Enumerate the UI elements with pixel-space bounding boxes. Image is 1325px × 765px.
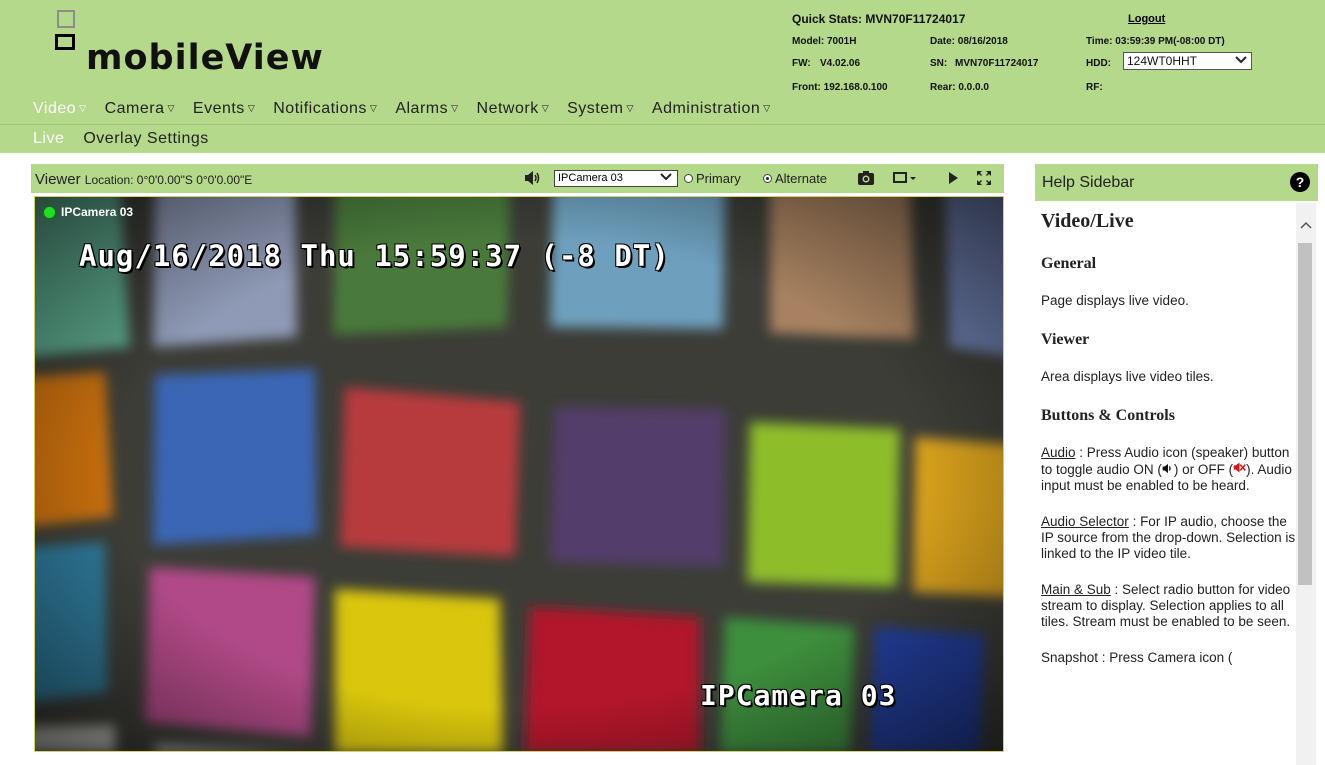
sn-label: SN:	[930, 58, 948, 69]
scrollbar-thumb[interactable]	[1298, 243, 1312, 585]
chevron-up-icon[interactable]	[1300, 219, 1312, 233]
speaker-on-icon	[1162, 462, 1174, 477]
radio-circle-selected-icon	[763, 174, 772, 183]
caret-down-icon: ▽	[451, 103, 459, 113]
help-main-sub-paragraph: Main & Sub : Select radio button for vid…	[1041, 582, 1291, 629]
video-tile[interactable]: IPCamera 03 Aug/16/2018 Thu 15:59:37 (-8…	[34, 196, 1004, 752]
help-question-icon[interactable]: ?	[1290, 172, 1310, 192]
fullscreen-icon[interactable]	[975, 169, 993, 187]
quick-stats-title: Quick Stats: MVN70F11724017	[792, 12, 966, 26]
logo-text: mobileView	[86, 38, 324, 78]
help-audio-selector-link[interactable]: Audio Selector	[1041, 514, 1129, 529]
hdd-select[interactable]: 124WT0HHT	[1123, 52, 1252, 70]
submenu: Live Overlay Settings	[0, 124, 1325, 153]
camera-snapshot-icon[interactable]	[857, 169, 875, 187]
caret-down-icon: ▽	[541, 103, 550, 113]
hdd-label: HDD:	[1086, 58, 1111, 69]
osd-timestamp: Aug/16/2018 Thu 15:59:37 (-8 DT)	[79, 239, 670, 273]
menu-item-system[interactable]: System ▽	[567, 100, 634, 118]
model-value: Model: 7001H	[792, 36, 857, 47]
viewer-toolbar: Viewer Location: 0°0'0.00"S 0°0'0.00"E I…	[31, 164, 1004, 193]
help-viewer-text: Area displays live video tiles.	[1041, 369, 1214, 384]
quick-stats: Quick Stats: MVN70F11724017 Logout Model…	[792, 12, 1312, 96]
help-sidebar-header: Help Sidebar ?	[1035, 164, 1318, 201]
submenu-item-live[interactable]: Live	[33, 130, 64, 148]
caret-down-icon: ▽	[369, 103, 378, 113]
menu-item-events[interactable]: Events ▽	[193, 100, 255, 118]
help-sidebar-title: Help Sidebar	[1042, 174, 1135, 191]
help-section-viewer: Viewer	[1041, 331, 1090, 348]
video-frame-image	[35, 197, 1003, 751]
video-tile-label: IPCamera 03	[43, 205, 133, 219]
camera-select[interactable]: IPCamera 03	[554, 170, 678, 187]
caret-down-icon: ▽	[167, 103, 175, 113]
front-ip: Front: 192.168.0.100	[792, 82, 888, 93]
help-audio-link[interactable]: Audio	[1041, 445, 1076, 460]
rf-label: RF:	[1086, 82, 1103, 93]
speaker-off-icon	[1233, 462, 1246, 477]
date-value: Date: 08/16/2018	[930, 36, 1008, 47]
help-heading: Video/Live	[1041, 210, 1134, 232]
sn-value: MVN70F11724017	[955, 58, 1039, 69]
help-general-text: Page displays live video.	[1041, 293, 1189, 308]
radio-primary[interactable]: Primary	[684, 171, 741, 186]
help-audio-paragraph: Audio : Press Audio icon (speaker) butto…	[1041, 445, 1292, 493]
help-section-buttons: Buttons & Controls	[1041, 407, 1175, 424]
hdd-select-value: 124WT0HHT	[1127, 54, 1198, 68]
logo-square-black	[55, 34, 75, 50]
osd-camera-name: IPCamera 03	[700, 679, 897, 712]
help-scrollbar[interactable]	[1296, 203, 1316, 765]
chevron-down-icon	[660, 171, 672, 188]
camera-select-value: IPCamera 03	[558, 172, 623, 184]
menu-item-camera[interactable]: Camera ▽	[105, 100, 175, 118]
help-snapshot-paragraph: Snapshot : Press Camera icon (	[1041, 650, 1233, 665]
menu-item-alarms[interactable]: Alarms ▽	[395, 100, 458, 118]
main-menu: Video ▽ Camera ▽ Events ▽ Notifications ▽ Al…	[0, 96, 789, 122]
caret-down-icon: ▽	[79, 103, 87, 113]
mobileview-logo[interactable]: mobileView	[52, 10, 392, 80]
radio-alternate[interactable]: Alternate	[763, 171, 827, 186]
help-sidebar-content: Video/Live General Page displays live vi…	[1035, 203, 1297, 765]
caret-down-icon: ▽	[626, 103, 634, 113]
status-led-icon	[43, 205, 56, 219]
logout-link[interactable]: Logout	[1128, 13, 1165, 25]
help-audio-selector-paragraph: Audio Selector : For IP audio, choose th…	[1041, 514, 1296, 561]
viewer-label: Viewer	[35, 171, 81, 188]
chevron-down-icon	[1235, 54, 1247, 71]
menu-item-network[interactable]: Network ▽	[477, 100, 550, 118]
video-tile-camera-name: IPCamera 03	[61, 205, 134, 219]
menu-item-video[interactable]: Video ▽	[33, 100, 87, 118]
time-value: Time: 03:59:39 PM(-08:00 DT)	[1086, 36, 1225, 47]
caret-down-icon: ▽	[247, 103, 256, 113]
caret-down-icon: ▽	[763, 103, 771, 113]
rear-ip: Rear: 0.0.0.0	[930, 82, 989, 93]
viewer-location: Location: 0°0'0.00"S 0°0'0.00"E	[84, 173, 253, 187]
fw-value: V4.02.06	[820, 58, 861, 69]
fw-label: FW:	[792, 58, 811, 69]
submenu-item-overlay-settings[interactable]: Overlay Settings	[83, 130, 208, 148]
logo-square-gray	[57, 10, 75, 28]
menu-item-administration[interactable]: Administration ▽	[652, 100, 771, 118]
viewer-title: Viewer Location: 0°0'0.00"S 0°0'0.00"E	[35, 171, 252, 188]
layout-menu-icon[interactable]	[892, 169, 918, 187]
help-section-general: General	[1041, 255, 1097, 272]
header: mobileView Quick Stats: MVN70F11724017 L…	[0, 0, 1325, 124]
radio-circle-icon	[684, 174, 693, 183]
menu-item-notifications[interactable]: Notifications ▽	[273, 100, 377, 118]
help-main-sub-link[interactable]: Main & Sub	[1041, 582, 1111, 597]
speaker-icon[interactable]	[524, 170, 542, 186]
play-icon[interactable]	[946, 169, 960, 187]
